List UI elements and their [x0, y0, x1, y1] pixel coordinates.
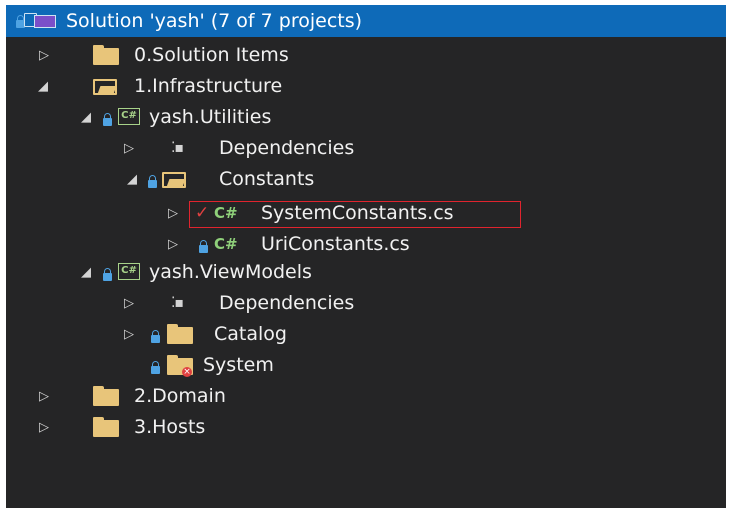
tree-item-viewmodels-project[interactable]: ◢ C# yash.ViewModels: [6, 257, 726, 288]
expand-down-icon[interactable]: ◢: [38, 71, 48, 102]
tree-item-solution-items[interactable]: ▷ 0.Solution Items: [6, 40, 726, 71]
expand-right-icon[interactable]: ▷: [39, 40, 49, 71]
tree-item-domain[interactable]: ▷ 2.Domain: [6, 381, 726, 412]
expand-right-icon[interactable]: ▷: [39, 381, 49, 412]
tree-item-label: System: [203, 354, 274, 376]
lock-icon: [151, 330, 160, 343]
folder-open-icon: [162, 172, 186, 188]
expand-right-icon[interactable]: ▷: [39, 412, 49, 443]
tree-item-label: SystemConstants.cs: [261, 202, 454, 224]
expand-down-icon[interactable]: ◢: [81, 257, 91, 288]
tree-item-label: 0.Solution Items: [134, 44, 289, 66]
tree-item-label: Dependencies: [219, 137, 355, 159]
folder-icon: [93, 386, 119, 406]
lock-icon: [103, 268, 112, 281]
expand-down-icon[interactable]: ◢: [81, 102, 91, 133]
folder-icon: [93, 417, 119, 437]
folder-icon: [167, 324, 193, 344]
expand-right-icon[interactable]: ▷: [124, 319, 134, 350]
tree-item-label: Catalog: [214, 323, 287, 345]
csharp-file-icon: C#: [214, 235, 238, 253]
solution-explorer: Solution 'yash' (7 of 7 projects) ▷ 0.So…: [6, 5, 726, 508]
csharp-project-icon: C#: [118, 108, 140, 125]
tree-item-label: 2.Domain: [134, 385, 226, 407]
tree-item-label: 1.Infrastructure: [134, 75, 283, 97]
visual-studio-icon: [34, 15, 56, 28]
error-badge-icon: ×: [182, 367, 192, 377]
tree-item-label: Dependencies: [219, 292, 355, 314]
expand-right-icon[interactable]: ▷: [124, 288, 134, 319]
expand-right-icon[interactable]: ▷: [124, 133, 134, 164]
tree-item-uri-constants[interactable]: ▷ C# UriConstants.cs: [6, 229, 726, 260]
checkmark-icon: ✓: [195, 203, 210, 223]
tree-item-utilities-dependencies[interactable]: ▷ ⁚▪ Dependencies: [6, 133, 726, 164]
tree-item-label: 3.Hosts: [134, 416, 206, 438]
lock-icon: [148, 175, 157, 188]
lock-icon: [151, 361, 160, 374]
tree-item-utilities-project[interactable]: ◢ C# yash.Utilities: [6, 102, 726, 133]
tree-item-constants-folder[interactable]: ◢ Constants: [6, 164, 726, 195]
tree-item-hosts[interactable]: ▷ 3.Hosts: [6, 412, 726, 443]
expand-right-icon[interactable]: ▷: [168, 229, 178, 260]
tree-item-system-constants[interactable]: ▷ ✓ C# SystemConstants.cs: [6, 198, 726, 229]
tree-item-label: UriConstants.cs: [261, 233, 410, 255]
tree-item-infrastructure[interactable]: ◢ 1.Infrastructure: [6, 71, 726, 102]
tree-item-label: yash.Utilities: [149, 106, 272, 128]
tree-item-system-folder[interactable]: × System: [6, 350, 726, 381]
csharp-file-icon: C#: [214, 204, 238, 222]
dependencies-icon: ⁚▪: [171, 295, 184, 311]
csharp-project-icon: C#: [118, 263, 140, 280]
solution-title: Solution 'yash' (7 of 7 projects): [66, 10, 363, 32]
tree-item-catalog-folder[interactable]: ▷ Catalog: [6, 319, 726, 350]
solution-row[interactable]: Solution 'yash' (7 of 7 projects): [6, 5, 726, 37]
expand-down-icon[interactable]: ◢: [127, 164, 137, 195]
tree-item-viewmodels-dependencies[interactable]: ▷ ⁚▪ Dependencies: [6, 288, 726, 319]
folder-icon: [93, 45, 119, 65]
lock-icon: [103, 113, 112, 126]
tree-item-label: yash.ViewModels: [149, 261, 312, 283]
expand-right-icon[interactable]: ▷: [168, 198, 178, 229]
folder-open-icon: [93, 79, 117, 95]
dependencies-icon: ⁚▪: [171, 140, 184, 156]
tree-item-label: Constants: [219, 168, 315, 190]
lock-icon: [199, 240, 208, 253]
